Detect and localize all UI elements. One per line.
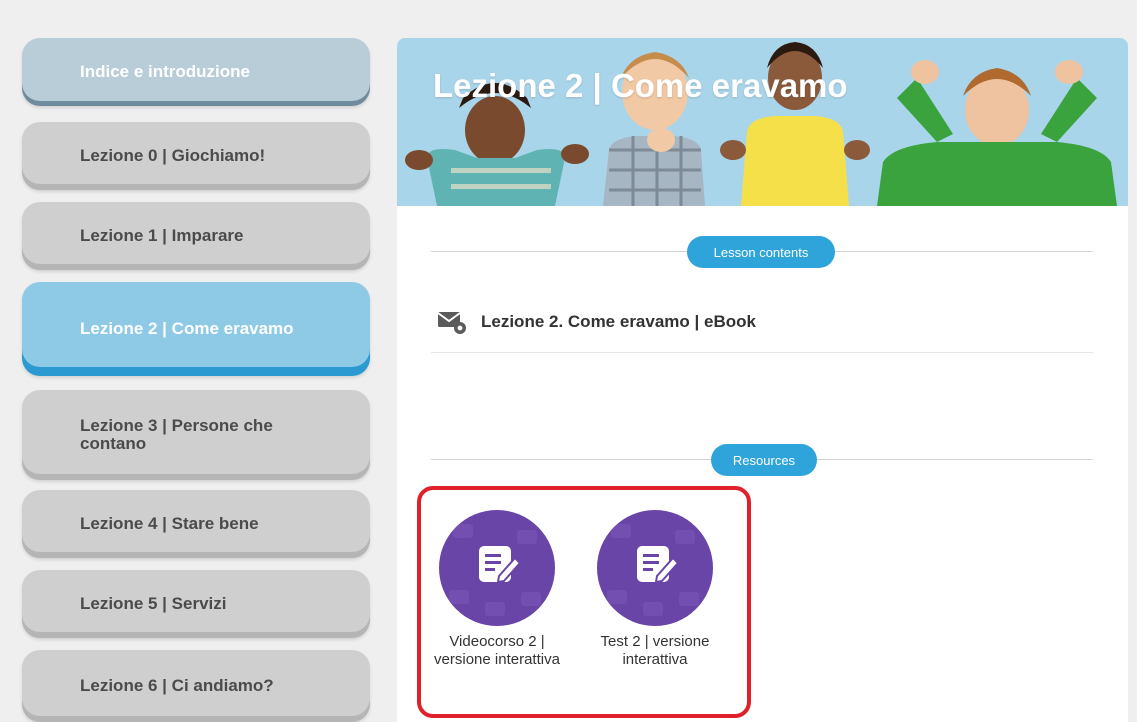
child-figure <box>877 60 1117 206</box>
lesson-panel: Lezione 2 | Come eravamo Lesson contents… <box>397 38 1128 722</box>
envelope-gear-icon <box>437 309 467 335</box>
lesson-banner: Lezione 2 | Come eravamo <box>397 38 1128 206</box>
resource-item-videocorso[interactable]: Videocorso 2 | versione interattiva <box>427 510 567 670</box>
lesson-contents-label: Lesson contents <box>713 244 809 260</box>
resource-icon-circle <box>597 510 713 626</box>
nav-item-label: Indice e introduzione <box>80 62 251 82</box>
banner-children-illustration <box>405 42 1117 206</box>
resource-label: Test 2 | versione interattiva <box>600 633 710 669</box>
resources-badge: Resources <box>711 444 817 476</box>
nav-item-label: Lezione 2 | Come eravamo <box>80 319 294 339</box>
nav-item-intro[interactable]: Indice e introduzione <box>22 38 370 106</box>
edit-note-icon <box>449 524 541 616</box>
row-divider <box>431 352 1093 353</box>
nav-item-lesson-2[interactable]: Lezione 2 | Come eravamo <box>22 282 370 376</box>
nav-item-lesson-0[interactable]: Lezione 0 | Giochiamo! <box>22 122 370 190</box>
ebook-link-label: Lezione 2. Come eravamo | eBook <box>481 312 756 331</box>
resource-icon-circle <box>439 510 555 626</box>
edit-note-icon <box>607 524 699 616</box>
resource-item-test[interactable]: Test 2 | versione interattiva <box>585 510 725 670</box>
ebook-link[interactable]: Lezione 2. Come eravamo | eBook <box>437 309 756 335</box>
nav-item-lesson-1[interactable]: Lezione 1 | Imparare <box>22 202 370 270</box>
lesson-contents-badge: Lesson contents <box>687 236 835 268</box>
nav-item-label: Lezione 3 | Persone che contano <box>80 416 273 453</box>
nav-item-lesson-4[interactable]: Lezione 4 | Stare bene <box>22 490 370 558</box>
page-title: Lezione 2 | Come eravamo <box>433 67 848 104</box>
nav-item-label: Lezione 5 | Servizi <box>80 594 227 614</box>
resource-label: Videocorso 2 | versione interattiva <box>434 633 560 669</box>
nav-item-label: Lezione 6 | Ci andiamo? <box>80 676 274 696</box>
nav-item-label: Lezione 0 | Giochiamo! <box>80 146 266 166</box>
nav-item-lesson-6[interactable]: Lezione 6 | Ci andiamo? <box>22 650 370 722</box>
nav-item-lesson-5[interactable]: Lezione 5 | Servizi <box>22 570 370 638</box>
nav-item-label: Lezione 4 | Stare bene <box>80 514 259 534</box>
nav-item-lesson-3[interactable]: Lezione 3 | Persone che contano <box>22 390 370 480</box>
nav-item-label: Lezione 1 | Imparare <box>80 226 244 246</box>
resources-label: Resources <box>732 452 796 468</box>
